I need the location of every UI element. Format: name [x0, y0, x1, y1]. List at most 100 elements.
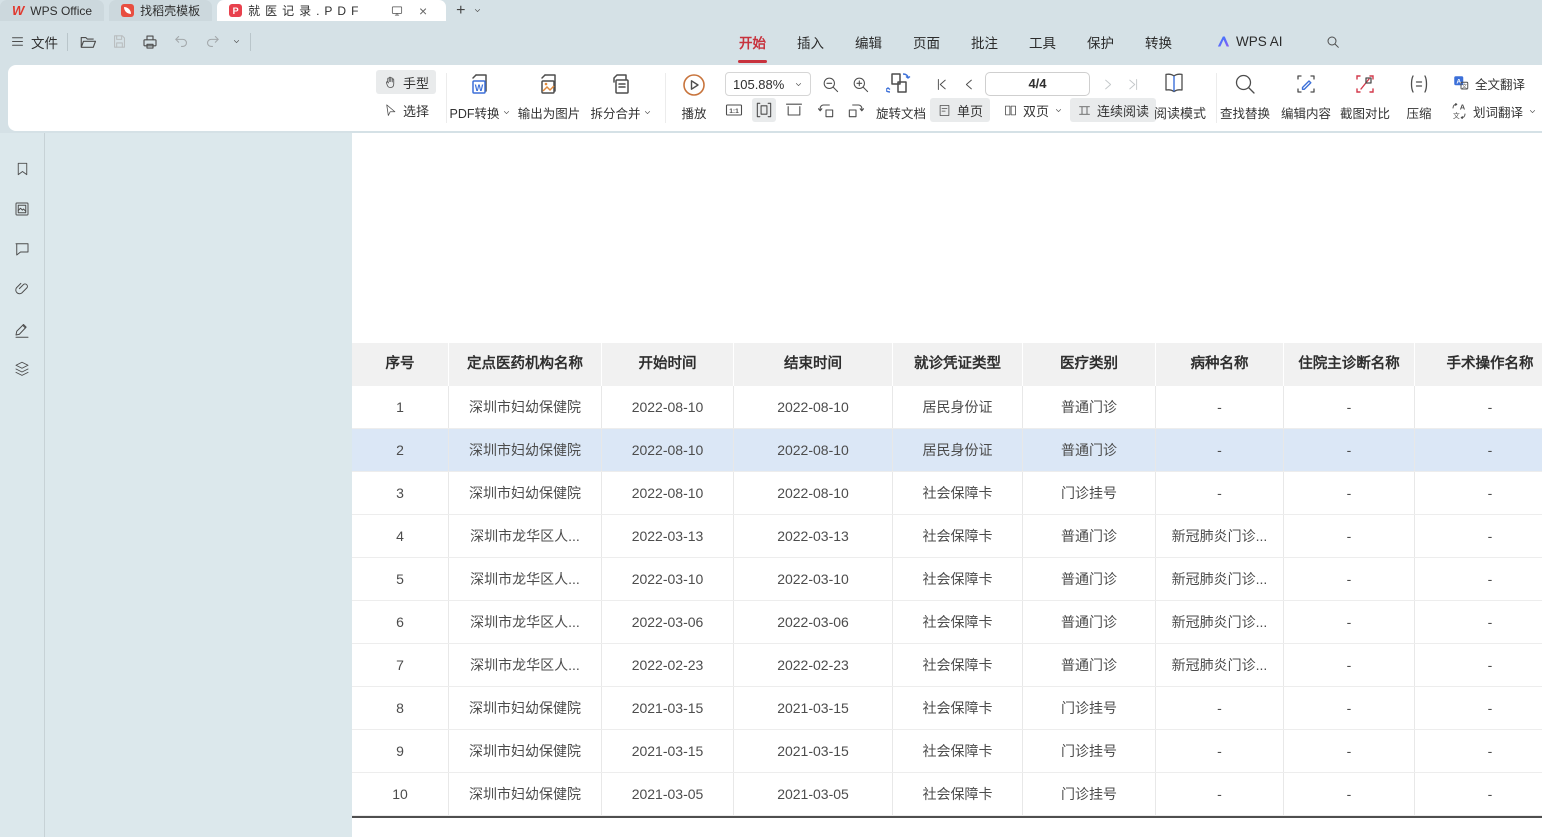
print-icon[interactable] [139, 31, 161, 53]
ribbon-toolbar: 手型 选择 W PDF转换 输出为图片 拆分合并 [8, 65, 1542, 131]
last-page-button[interactable] [1122, 72, 1144, 96]
table-cell: - [1156, 472, 1284, 514]
table-cell: 5 [352, 558, 449, 600]
zoom-level-value: 105.88% [733, 77, 784, 92]
menu-item-page[interactable]: 页面 [912, 30, 941, 54]
svg-text:A: A [1460, 103, 1466, 112]
attachment-icon[interactable] [12, 279, 32, 298]
save-icon[interactable] [108, 31, 130, 53]
rotate-document-label[interactable]: 旋转文档 [876, 103, 926, 122]
tab-wps-office[interactable]: W WPS Office [0, 0, 104, 21]
menu-item-protect[interactable]: 保护 [1086, 30, 1115, 54]
file-menu-button[interactable]: 文件 [10, 32, 58, 52]
layers-icon[interactable] [12, 359, 32, 378]
fit-width-button[interactable] [752, 98, 776, 122]
pdf-table: 序号定点医药机构名称开始时间结束时间就诊凭证类型医疗类别病种名称住院主诊断名称手… [352, 343, 1542, 818]
rotate-right-button[interactable] [844, 98, 868, 122]
thumbnail-icon[interactable] [12, 199, 32, 218]
window-tab-bar: W WPS Office 找稻壳模板 P 就医记录.PDF × + [0, 0, 1542, 21]
tab-list-chevron-down-icon[interactable] [473, 6, 482, 15]
table-row: 9深圳市妇幼保健院2021-03-152021-03-15社会保障卡门诊挂号--… [352, 730, 1542, 773]
table-cell: 2021-03-15 [734, 687, 893, 729]
menu-item-tools[interactable]: 工具 [1028, 30, 1057, 54]
undo-icon[interactable] [170, 31, 192, 53]
table-cell: 门诊挂号 [1023, 773, 1156, 815]
split-merge-button[interactable]: 拆分合并 [588, 69, 654, 127]
play-button[interactable]: 播放 [666, 69, 722, 127]
double-page-button[interactable]: 双页 [996, 98, 1070, 122]
table-cell: 普通门诊 [1023, 386, 1156, 428]
open-file-icon[interactable] [77, 31, 99, 53]
edit-content-button[interactable]: 编辑内容 [1274, 69, 1338, 127]
compress-icon [1407, 72, 1431, 96]
next-page-button[interactable] [1096, 72, 1118, 96]
continuous-read-label: 连续阅读 [1097, 101, 1149, 120]
screenshot-compare-icon [1353, 72, 1377, 96]
table-cell: 普通门诊 [1023, 601, 1156, 643]
table-cell: 深圳市妇幼保健院 [449, 687, 602, 729]
table-cell: - [1284, 472, 1415, 514]
table-row: 2深圳市妇幼保健院2022-08-102022-08-10居民身份证普通门诊--… [352, 429, 1542, 472]
menu-item-comment[interactable]: 批注 [970, 30, 999, 54]
menu-item-home[interactable]: 开始 [738, 30, 767, 54]
zoom-out-button[interactable] [818, 72, 842, 96]
find-replace-button[interactable]: 查找替换 [1213, 69, 1277, 127]
bookmark-icon[interactable] [12, 159, 32, 178]
table-cell: - [1284, 558, 1415, 600]
signature-icon[interactable] [12, 319, 32, 338]
new-tab-button[interactable]: + [456, 3, 465, 19]
table-header-cell: 手术操作名称 [1415, 343, 1542, 386]
compress-button[interactable]: 压缩 [1394, 69, 1444, 127]
full-translate-label: 全文翻译 [1475, 74, 1525, 93]
redo-icon[interactable] [201, 31, 223, 53]
zoom-level-select[interactable]: 105.88% [725, 72, 811, 96]
continuous-read-button[interactable]: 连续阅读 [1070, 98, 1156, 122]
export-image-button[interactable]: 输出为图片 [516, 69, 582, 127]
tab-docer-templates[interactable]: 找稻壳模板 [109, 0, 212, 21]
menu-item-convert[interactable]: 转换 [1144, 30, 1173, 54]
select-tool-button[interactable]: 选择 [376, 98, 436, 122]
wps-ai-button[interactable]: WPS AI [1216, 34, 1283, 49]
rotate-left-button[interactable] [814, 98, 838, 122]
read-mode-icon[interactable] [1160, 69, 1188, 97]
table-cell: 社会保障卡 [893, 644, 1023, 686]
word-translate-button[interactable]: 文 A 划词翻译 [1446, 99, 1541, 123]
read-mode-label[interactable]: 阅读模式 [1154, 103, 1206, 122]
table-header-cell: 医疗类别 [1023, 343, 1156, 386]
tab-medical-record-pdf[interactable]: P 就医记录.PDF × [217, 0, 446, 21]
close-tab-icon[interactable]: × [412, 0, 434, 22]
table-cell: 普通门诊 [1023, 429, 1156, 471]
table-cell: 深圳市妇幼保健院 [449, 386, 602, 428]
first-page-button[interactable] [930, 72, 952, 96]
table-body: 1深圳市妇幼保健院2022-08-102022-08-10居民身份证普通门诊--… [352, 386, 1542, 816]
fit-page-button[interactable] [782, 98, 806, 122]
table-cell: 2022-03-06 [602, 601, 734, 643]
previous-page-button[interactable] [958, 72, 980, 96]
table-cell: 2022-08-10 [602, 472, 734, 514]
menu-item-edit[interactable]: 编辑 [854, 30, 883, 54]
table-cell: - [1156, 730, 1284, 772]
table-cell: 社会保障卡 [893, 687, 1023, 729]
screenshot-compare-button[interactable]: 截图对比 [1333, 69, 1397, 127]
table-header-cell: 住院主诊断名称 [1284, 343, 1415, 386]
table-cell: - [1415, 386, 1542, 428]
actual-size-button[interactable]: 1:1 [722, 98, 746, 122]
table-cell: - [1284, 687, 1415, 729]
page-number-input[interactable]: 4/4 [985, 72, 1090, 96]
table-cell: - [1415, 558, 1542, 600]
hand-tool-button[interactable]: 手型 [376, 70, 436, 94]
hand-tool-label: 手型 [403, 73, 429, 92]
full-translate-button[interactable]: A 文 全文翻译 [1448, 71, 1529, 95]
menu-item-insert[interactable]: 插入 [796, 30, 825, 54]
rotate-document-icon[interactable] [884, 70, 914, 96]
zoom-in-button[interactable] [848, 72, 872, 96]
search-icon[interactable] [1322, 31, 1344, 53]
menu-bar: 文件 开始 插入 编辑 页面 批注 工具 保护 转换 [0, 21, 1542, 62]
table-cell: - [1284, 730, 1415, 772]
pdf-convert-button[interactable]: W PDF转换 [447, 69, 513, 127]
comment-icon[interactable] [12, 239, 32, 258]
divider [67, 33, 68, 51]
quick-access-chevron-down-icon[interactable] [232, 37, 241, 46]
monitor-icon[interactable] [386, 0, 408, 22]
single-page-button[interactable]: 单页 [930, 98, 990, 122]
